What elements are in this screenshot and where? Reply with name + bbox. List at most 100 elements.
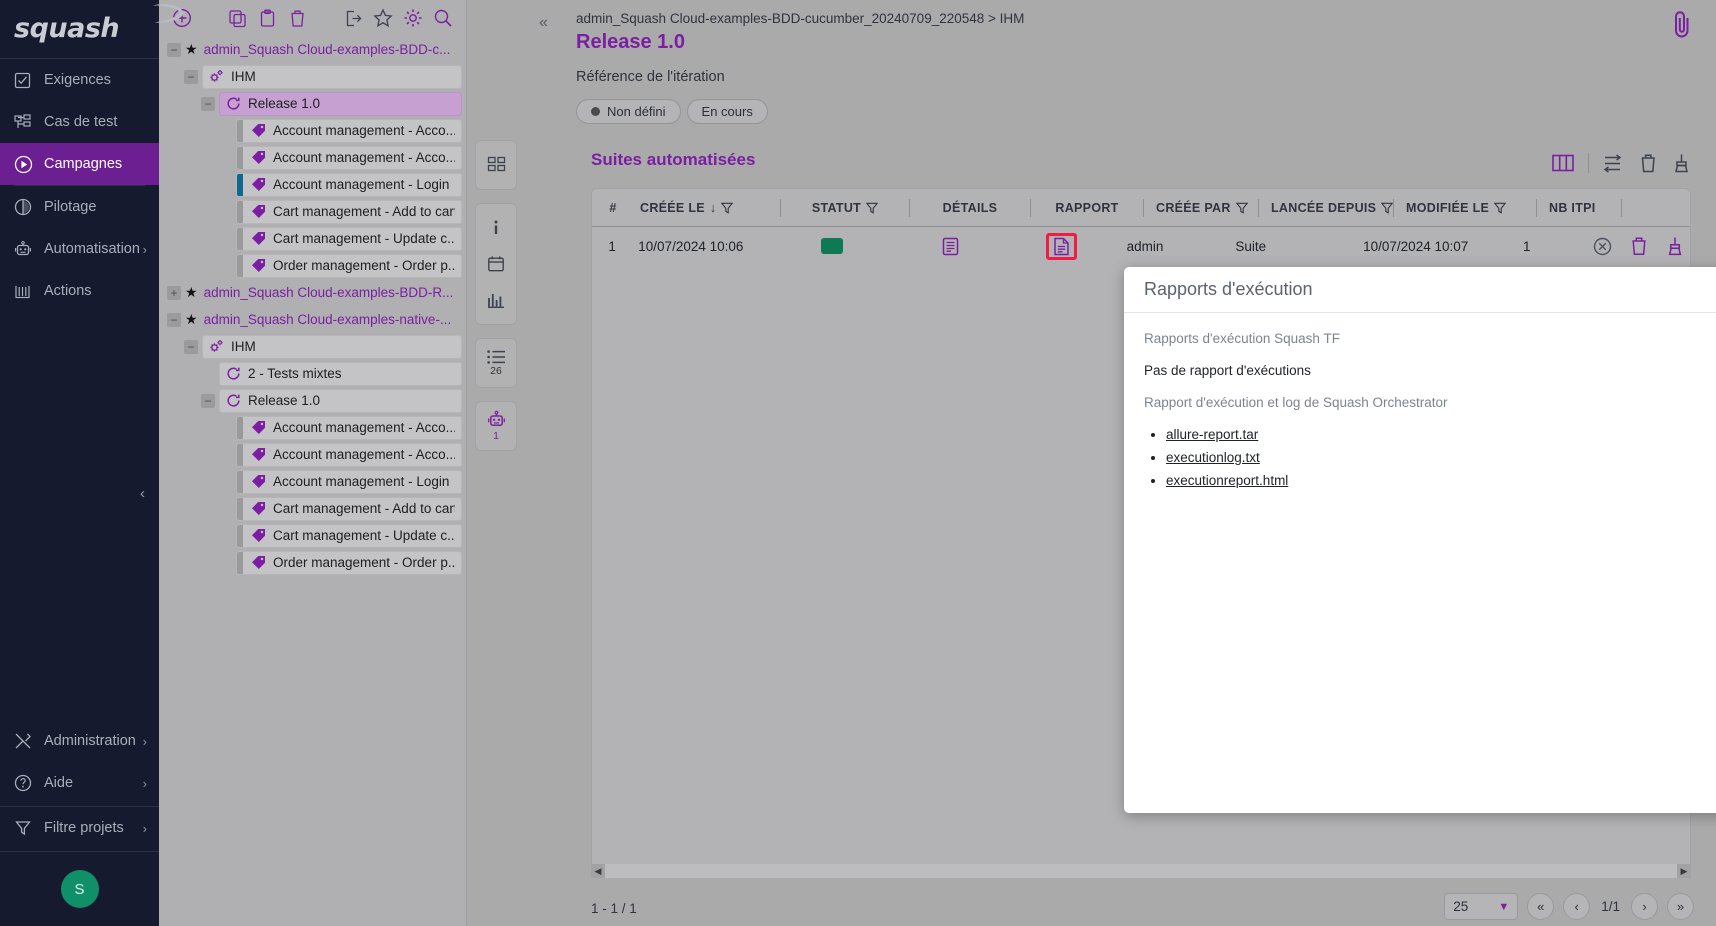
collapse-icon[interactable]: −: [184, 340, 198, 354]
cell-rapport[interactable]: [1014, 233, 1109, 260]
report-file-link[interactable]: executionlog.txt: [1166, 450, 1260, 465]
tree-node-box[interactable]: Cart management - Add to cart: [236, 497, 462, 521]
broom-icon[interactable]: [1672, 153, 1691, 173]
avatar[interactable]: S: [61, 870, 99, 908]
tree-node-box[interactable]: Order management - Order p...: [236, 254, 462, 278]
sidebar-item-actions[interactable]: Actions: [0, 270, 159, 312]
status-pill-en-cours[interactable]: En cours: [687, 99, 768, 124]
tree-node[interactable]: Account management - Login: [159, 468, 466, 495]
tree-node-box[interactable]: IHM: [202, 65, 462, 89]
filter-icon[interactable]: [1236, 202, 1248, 214]
tree-node[interactable]: −Release 1.0: [159, 387, 466, 414]
column-header-creee-par[interactable]: CRÉÉE PAR: [1150, 201, 1252, 215]
tree-node-box[interactable]: Cart management - Update c...: [236, 524, 462, 548]
column-header-modifiee-le[interactable]: MODIFIÉE LE: [1400, 201, 1530, 215]
tree-node-box[interactable]: Account management - Acco...: [236, 416, 462, 440]
app-logo[interactable]: squash: [0, 0, 159, 56]
tree-node-box[interactable]: 2 - Tests mixtes: [219, 362, 462, 386]
star-icon[interactable]: [369, 3, 399, 33]
broom-icon[interactable]: [1666, 236, 1684, 256]
tree-node[interactable]: −IHM: [159, 63, 466, 90]
sidebar-item-administration[interactable]: Administration ›: [0, 720, 159, 762]
tree-node-box[interactable]: IHM: [202, 335, 462, 359]
gear-icon[interactable]: [398, 3, 428, 33]
report-file-link[interactable]: allure-report.tar: [1166, 427, 1258, 442]
sidebar-item-campagnes[interactable]: Campagnes: [0, 143, 159, 185]
table-row[interactable]: 1 10/07/2024 10:06: [592, 227, 1690, 265]
filter-icon[interactable]: [1494, 202, 1506, 214]
filter-rows-icon[interactable]: [1603, 154, 1625, 173]
dashboard-grid-icon[interactable]: [476, 147, 516, 183]
tree-node[interactable]: Cart management - Add to cart: [159, 495, 466, 522]
tree-node-box[interactable]: Cart management - Add to cart: [236, 200, 462, 224]
sort-desc-icon[interactable]: ↓: [710, 201, 717, 215]
sidebar-item-automatisation[interactable]: Automatisation ›: [0, 228, 159, 270]
tree-node[interactable]: Order management - Order p...: [159, 252, 466, 279]
copy-icon[interactable]: [223, 3, 253, 33]
star-icon[interactable]: ★: [185, 311, 198, 328]
tree-node-box[interactable]: Account management - Acco...: [236, 146, 462, 170]
tree-node-box[interactable]: Account management - Login: [236, 470, 462, 494]
delete-icon[interactable]: [283, 3, 313, 33]
column-header-statut[interactable]: STATUT: [787, 201, 903, 215]
info-icon[interactable]: [476, 210, 516, 246]
cell-details[interactable]: [899, 237, 1002, 256]
tree-node[interactable]: 2 - Tests mixtes: [159, 360, 466, 387]
collapse-icon[interactable]: −: [184, 70, 198, 84]
double-chevron-left-icon[interactable]: «: [539, 14, 548, 32]
tree-node[interactable]: Cart management - Update c...: [159, 522, 466, 549]
details-doc-icon[interactable]: [942, 237, 959, 256]
tree-node-box[interactable]: Account management - Acco...: [236, 119, 462, 143]
export-icon[interactable]: [339, 3, 369, 33]
tree-node-box[interactable]: Order management - Order p...: [236, 551, 462, 575]
star-icon[interactable]: ★: [185, 284, 198, 301]
last-page-icon[interactable]: »: [1667, 893, 1694, 920]
report-doc-icon[interactable]: [1053, 237, 1070, 256]
tree-node[interactable]: Account management - Acco...: [159, 414, 466, 441]
collapse-icon[interactable]: −: [201, 97, 215, 111]
prev-page-icon[interactable]: ‹: [1563, 893, 1590, 920]
column-header-lancee-depuis[interactable]: LANCÉE DEPUIS: [1265, 201, 1387, 215]
sidebar-item-pilotage[interactable]: Pilotage: [0, 186, 159, 228]
filter-icon[interactable]: [721, 202, 733, 214]
tree-node[interactable]: Account management - Acco...: [159, 117, 466, 144]
tree-node-box[interactable]: Account management - Acco...: [236, 443, 462, 467]
tree-node-box[interactable]: Account management - Login: [236, 173, 462, 197]
status-pill-non-defini[interactable]: Non défini: [576, 99, 681, 124]
calendar-icon[interactable]: [476, 246, 516, 282]
tree-node[interactable]: −IHM: [159, 333, 466, 360]
delete-icon[interactable]: [1630, 236, 1648, 256]
tree-node[interactable]: Order management - Order p...: [159, 549, 466, 576]
tree-project-node[interactable]: −★admin_Squash Cloud-examples-native-...: [159, 306, 466, 333]
sidebar-collapse-toggle[interactable]: ‹: [140, 485, 145, 502]
paste-icon[interactable]: [253, 3, 283, 33]
report-file-link[interactable]: executionreport.html: [1166, 473, 1288, 488]
delete-icon[interactable]: [1639, 153, 1658, 173]
robot-icon[interactable]: 1: [476, 408, 516, 444]
sidebar-item-exigences[interactable]: Exigences: [0, 59, 159, 101]
first-page-icon[interactable]: «: [1527, 893, 1554, 920]
tree-project-node[interactable]: −★admin_Squash Cloud-examples-BDD-c...: [159, 36, 466, 63]
column-header-creee-le[interactable]: CRÉÉE LE ↓: [634, 201, 774, 215]
scroll-right-icon[interactable]: ▶: [1677, 866, 1691, 877]
tree-node-box[interactable]: Release 1.0: [219, 389, 462, 413]
filter-icon[interactable]: [866, 202, 878, 214]
next-page-icon[interactable]: ›: [1631, 893, 1658, 920]
page-size-select[interactable]: 25 ▼: [1444, 893, 1518, 920]
tree-node[interactable]: Account management - Acco...: [159, 144, 466, 171]
tree-node[interactable]: Cart management - Add to cart: [159, 198, 466, 225]
tree-node-box[interactable]: Cart management - Update c...: [236, 227, 462, 251]
scroll-track[interactable]: [605, 864, 1677, 878]
search-icon[interactable]: [428, 3, 458, 33]
tree-node[interactable]: −Release 1.0: [159, 90, 466, 117]
tree-project-node[interactable]: +★admin_Squash Cloud-examples-BDD-R...: [159, 279, 466, 306]
expand-icon[interactable]: +: [167, 286, 181, 300]
paperclip-icon[interactable]: [1670, 9, 1694, 39]
sidebar-item-cas-de-test[interactable]: Cas de test: [0, 101, 159, 143]
bar-chart-icon[interactable]: [476, 282, 516, 318]
cancel-circle-icon[interactable]: [1593, 237, 1612, 256]
collapse-icon[interactable]: −: [167, 313, 181, 327]
sidebar-item-filtre-projets[interactable]: Filtre projets ›: [0, 807, 159, 849]
columns-icon[interactable]: [1552, 154, 1574, 172]
star-icon[interactable]: ★: [185, 41, 198, 58]
